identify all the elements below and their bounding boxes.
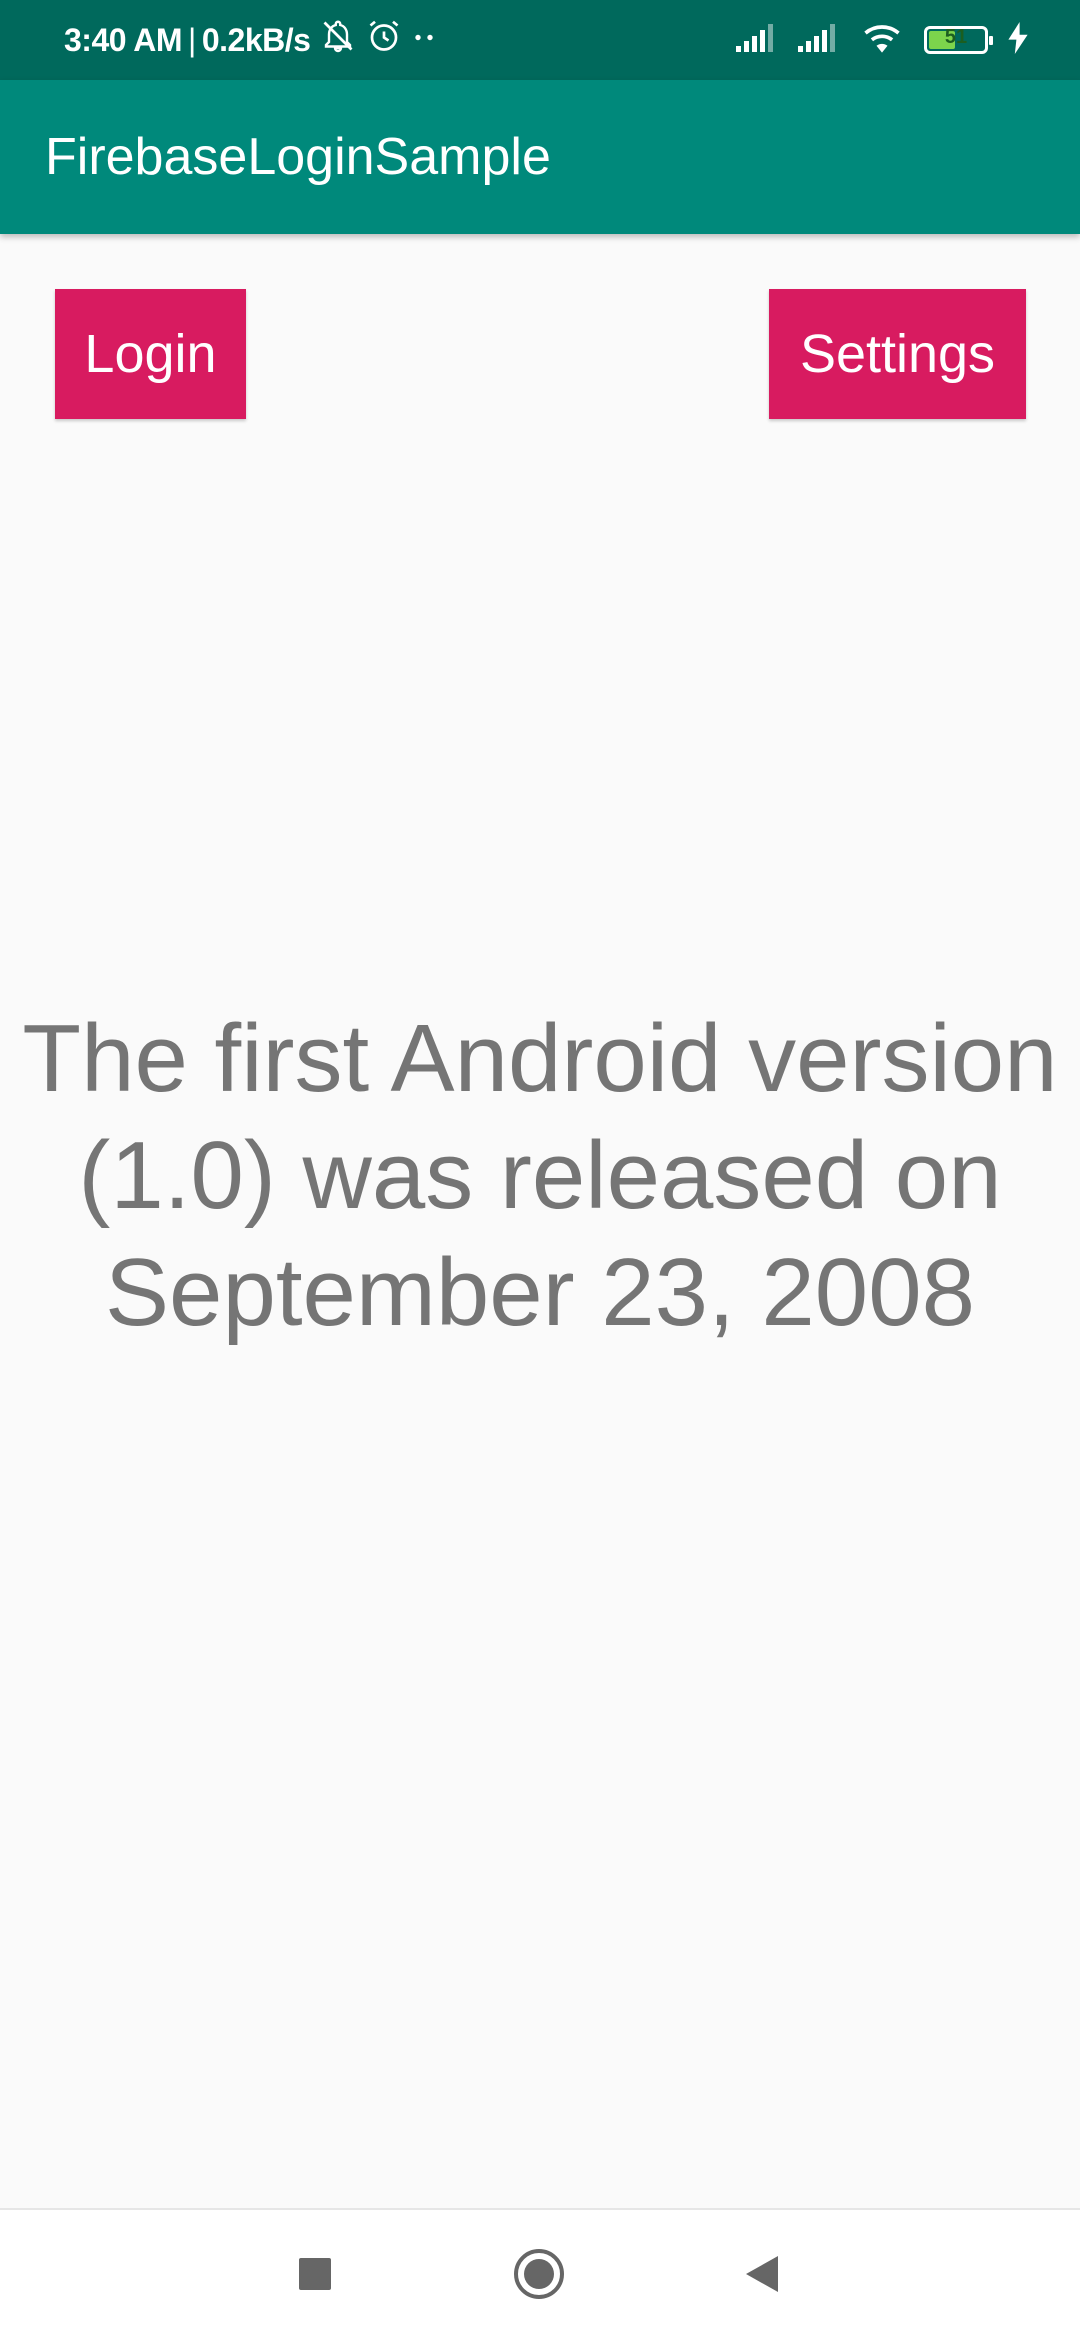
status-bar: 3:40 AM | 0.2kB/s 51 bbox=[0, 0, 1080, 80]
more-dots-icon bbox=[412, 18, 436, 62]
alarm-icon bbox=[366, 18, 402, 62]
back-icon bbox=[746, 2256, 778, 2292]
status-separator: | bbox=[188, 21, 196, 58]
recents-button[interactable] bbox=[265, 2224, 365, 2324]
home-icon bbox=[514, 2249, 564, 2299]
navigation-bar bbox=[0, 2208, 1080, 2340]
wifi-icon bbox=[860, 21, 904, 60]
battery-tip bbox=[989, 36, 993, 45]
back-button[interactable] bbox=[712, 2224, 812, 2324]
signal-icon bbox=[736, 22, 778, 59]
home-button[interactable] bbox=[489, 2224, 589, 2324]
android-fact-text: The first Android version (1.0) was rele… bbox=[22, 1005, 1058, 1346]
charging-icon bbox=[1008, 21, 1028, 59]
status-time: 3:40 AM bbox=[64, 21, 183, 58]
login-button[interactable]: Login bbox=[55, 289, 246, 419]
notifications-off-icon bbox=[320, 18, 356, 62]
battery-icon: 51 bbox=[924, 26, 993, 54]
settings-button[interactable]: Settings bbox=[769, 289, 1026, 419]
status-right: 51 bbox=[736, 0, 1028, 80]
app-bar: FirebaseLoginSample bbox=[0, 80, 1080, 234]
status-left: 3:40 AM | 0.2kB/s bbox=[64, 0, 436, 80]
recents-icon bbox=[299, 2258, 331, 2290]
app-title: FirebaseLoginSample bbox=[45, 128, 551, 186]
signal-icon bbox=[798, 22, 840, 59]
battery-level-text: 51 bbox=[944, 26, 968, 48]
network-speed: 0.2kB/s bbox=[201, 21, 311, 58]
